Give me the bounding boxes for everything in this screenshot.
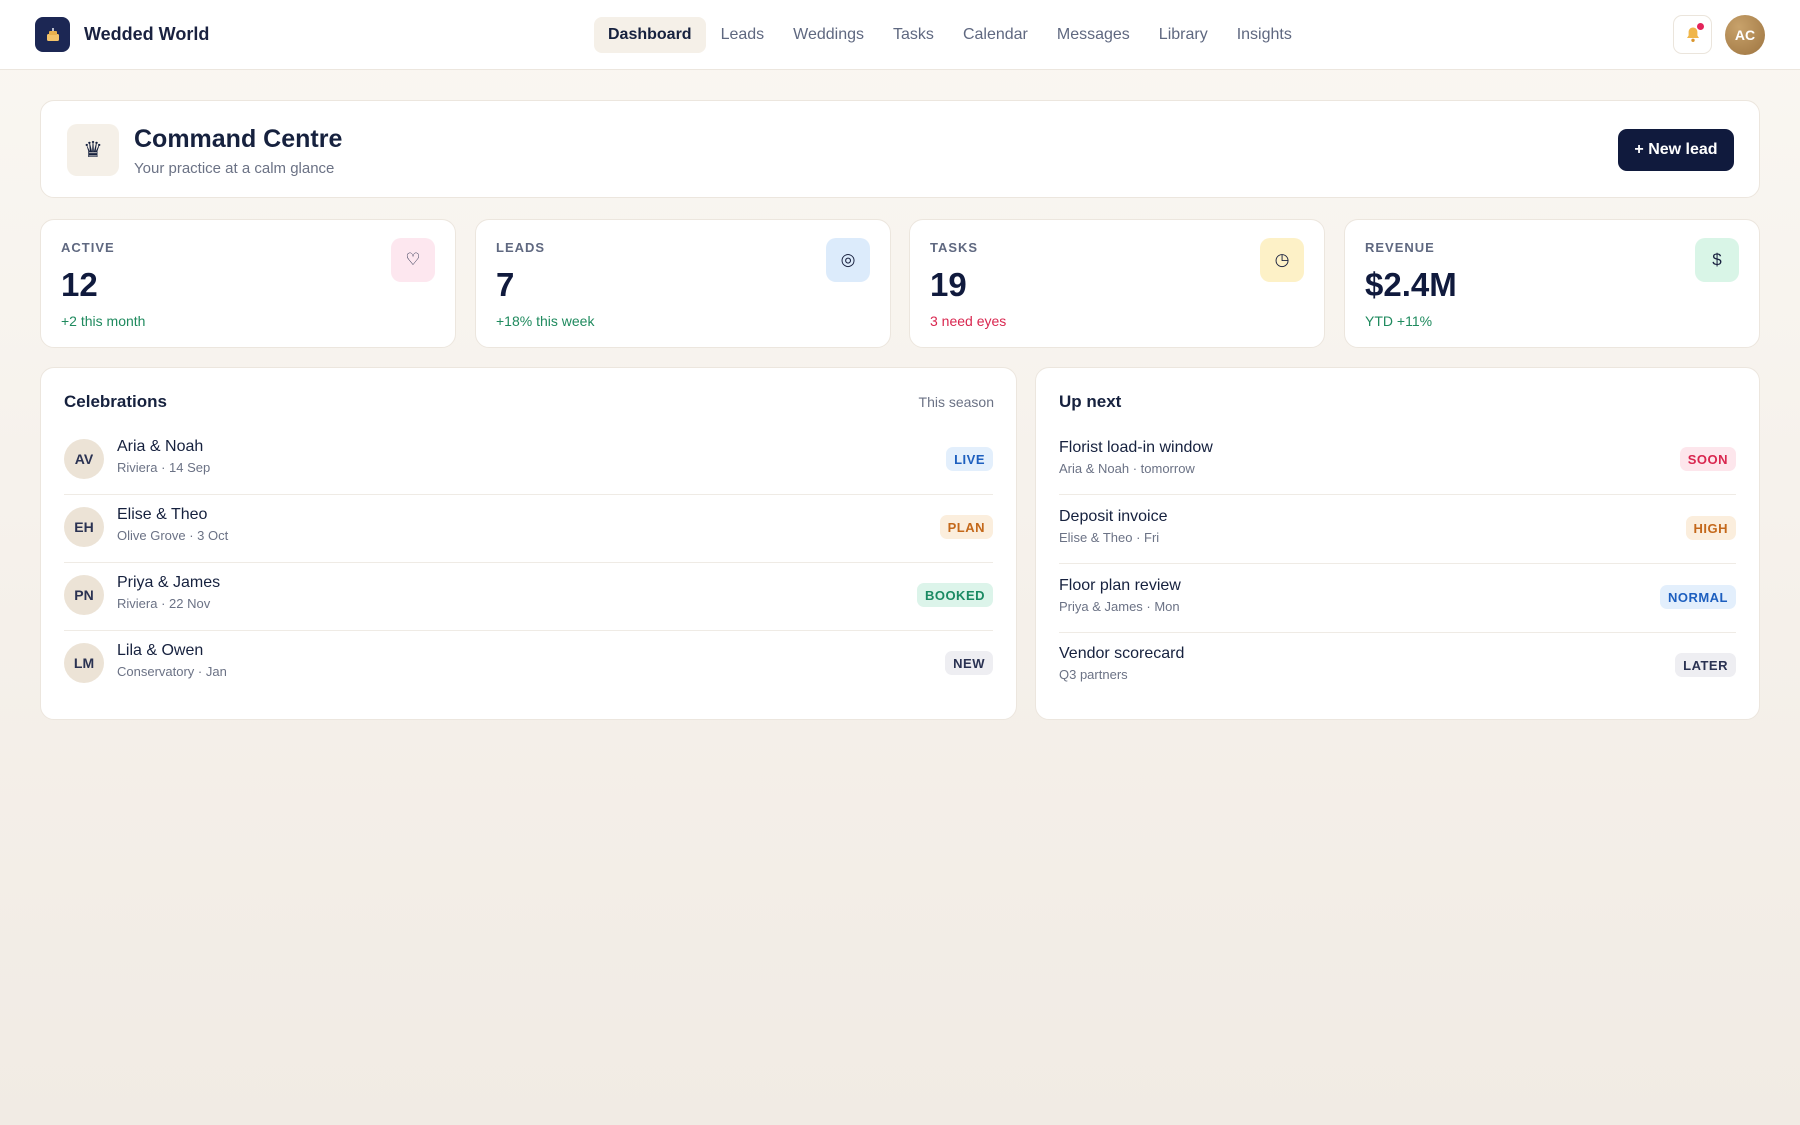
couple-avatar: AV (64, 439, 104, 479)
couple-avatar: EH (64, 507, 104, 547)
stat-card-tasks[interactable]: TASKS 19 3 need eyes ◷ (909, 219, 1325, 348)
priority-badge: LATER (1675, 653, 1736, 677)
stat-value: 12 (61, 266, 98, 303)
nav-item-weddings[interactable]: Weddings (779, 17, 878, 53)
couple-details: Riviera · 14 Sep (117, 460, 211, 475)
couple-name: Elise & Theo (117, 506, 208, 523)
task-row[interactable]: Florist load-in window Aria & Noah · tom… (1059, 427, 1736, 495)
nav-item-messages[interactable]: Messages (1043, 17, 1144, 53)
task-name: Deposit invoice (1059, 508, 1168, 525)
task-row[interactable]: Deposit invoice Elise & Theo · Fri HIGH (1059, 496, 1736, 564)
task-name: Vendor scorecard (1059, 645, 1185, 662)
up-next-panel: Up next Florist load-in window Aria & No… (1035, 367, 1760, 720)
stat-value: $2.4M (1365, 266, 1457, 303)
task-name: Florist load-in window (1059, 439, 1213, 456)
panel-title: Celebrations (64, 392, 167, 411)
nav-item-tasks[interactable]: Tasks (879, 17, 948, 53)
priority-badge: HIGH (1685, 516, 1736, 540)
dollar-icon: $ (1695, 238, 1739, 282)
task-name: Floor plan review (1059, 577, 1181, 594)
nav-item-dashboard[interactable]: Dashboard (594, 17, 706, 53)
celebration-row[interactable]: AV Aria & Noah Riviera · 14 Sep LIVE (64, 427, 993, 495)
stat-value: 7 (496, 266, 515, 303)
celebrations-panel: Celebrations This season AV Aria & Noah … (40, 367, 1017, 720)
couple-avatar: LM (64, 643, 104, 683)
notification-dot (1697, 23, 1704, 30)
celebration-row[interactable]: LM Lila & Owen Conservatory · Jan NEW (64, 631, 993, 699)
clock-icon: ◷ (1260, 238, 1304, 282)
panel-meta: This season (918, 394, 994, 410)
panel-title: Up next (1059, 392, 1122, 411)
task-row[interactable]: Floor plan review Priya & James · Mon NO… (1059, 565, 1736, 633)
stat-label: REVENUE (1365, 240, 1435, 255)
status-badge: BOOKED (916, 583, 993, 607)
new-lead-button[interactable]: + New lead (1618, 129, 1734, 171)
status-badge: NEW (945, 651, 993, 675)
command-centre-card: ♛ Command Centre Your practice at a calm… (40, 100, 1760, 198)
nav-item-calendar[interactable]: Calendar (949, 17, 1042, 53)
stat-delta: YTD +11% (1365, 313, 1433, 329)
task-details: Q3 partners (1059, 667, 1128, 682)
task-details: Priya & James · Mon (1059, 599, 1180, 614)
couple-name: Priya & James (117, 574, 221, 591)
nav-item-library[interactable]: Library (1145, 17, 1222, 53)
stat-value: 19 (930, 266, 967, 303)
couple-details: Olive Grove · 3 Oct (117, 528, 229, 543)
couple-name: Lila & Owen (117, 642, 204, 659)
page-title: Command Centre (134, 125, 343, 153)
user-avatar[interactable]: AC (1725, 15, 1765, 55)
celebration-row[interactable]: EH Elise & Theo Olive Grove · 3 Oct PLAN (64, 495, 993, 563)
nav-item-insights[interactable]: Insights (1223, 17, 1306, 53)
cake-icon (35, 17, 70, 52)
stat-label: LEADS (496, 240, 546, 255)
stat-delta: +18% this week (496, 313, 595, 329)
couple-details: Conservatory · Jan (117, 664, 227, 679)
stat-card-leads[interactable]: LEADS 7 +18% this week ◎ (475, 219, 891, 348)
crown-icon: ♛ (67, 124, 119, 176)
status-badge: LIVE (946, 447, 993, 471)
task-row[interactable]: Vendor scorecard Q3 partners LATER (1059, 633, 1736, 701)
couple-details: Riviera · 22 Nov (117, 596, 211, 611)
stat-card-active[interactable]: ACTIVE 12 +2 this month ♡ (40, 219, 456, 348)
nav-item-leads[interactable]: Leads (707, 17, 779, 53)
brand[interactable]: Wedded World (35, 17, 209, 52)
priority-badge: SOON (1679, 447, 1736, 471)
couple-avatar: PN (64, 575, 104, 615)
stat-label: TASKS (930, 240, 979, 255)
stat-delta: 3 need eyes (930, 313, 1007, 329)
top-bar: Wedded World Dashboard Leads Weddings Ta… (0, 0, 1800, 70)
status-badge: PLAN (939, 515, 993, 539)
task-details: Aria & Noah · tomorrow (1059, 461, 1195, 476)
stat-delta: +2 this month (61, 313, 146, 329)
target-icon: ◎ (826, 238, 870, 282)
couple-name: Aria & Noah (117, 438, 204, 455)
page-subtitle: Your practice at a calm glance (134, 160, 335, 177)
heart-icon: ♡ (391, 238, 435, 282)
main-nav: Dashboard Leads Weddings Tasks Calendar … (594, 17, 1307, 53)
celebration-row[interactable]: PN Priya & James Riviera · 22 Nov BOOKED (64, 563, 993, 631)
priority-badge: NORMAL (1659, 585, 1736, 609)
task-details: Elise & Theo · Fri (1059, 530, 1160, 545)
brand-name: Wedded World (84, 24, 210, 44)
stat-label: ACTIVE (61, 240, 115, 255)
stat-card-revenue[interactable]: REVENUE $2.4M YTD +11% $ (1344, 219, 1760, 348)
notifications-button[interactable] (1673, 15, 1712, 54)
